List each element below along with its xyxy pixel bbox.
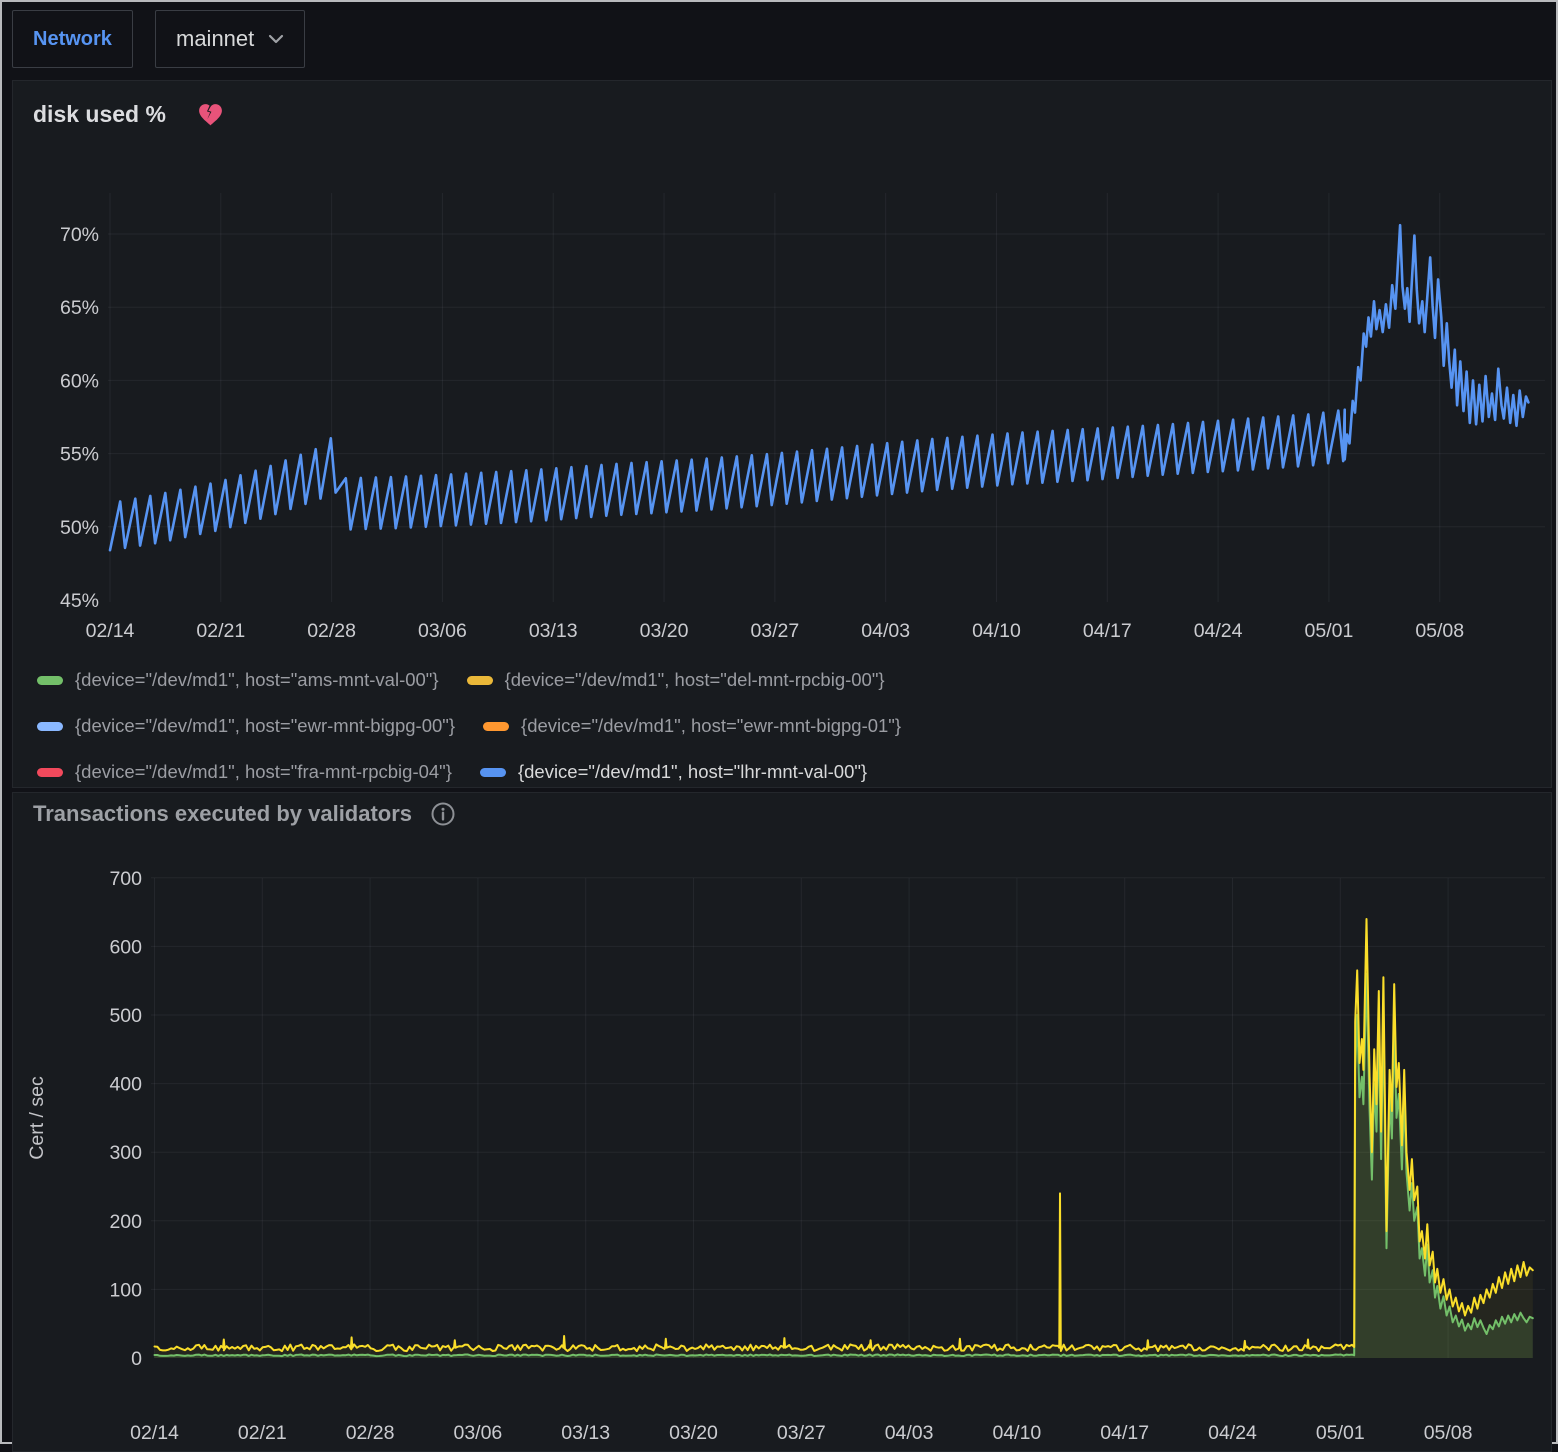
svg-text:02/28: 02/28 <box>346 1422 395 1444</box>
svg-text:04/17: 04/17 <box>1100 1422 1149 1444</box>
legend-item[interactable]: {device="/dev/md1", host="del-mnt-rpcbig… <box>467 669 885 691</box>
disk-used-chart-canvas[interactable]: 45% 50% 55% 60% 65% 70% 02/14 02/21 02/28 03/06 03… <box>13 81 1551 651</box>
chevron-down-icon <box>268 34 284 44</box>
svg-text:03/06: 03/06 <box>418 620 467 642</box>
svg-text:04/17: 04/17 <box>1083 620 1132 642</box>
chart2-y-axis-title: Cert / sec <box>26 1076 48 1160</box>
svg-text:65%: 65% <box>60 297 99 319</box>
svg-text:45%: 45% <box>60 590 99 612</box>
svg-text:05/08: 05/08 <box>1424 1422 1473 1444</box>
svg-text:03/20: 03/20 <box>640 620 689 642</box>
svg-text:100: 100 <box>109 1279 142 1301</box>
legend-row: {device="/dev/md1", host="fra-mnt-rpcbig… <box>37 749 1535 795</box>
svg-text:05/01: 05/01 <box>1305 620 1354 642</box>
svg-text:03/27: 03/27 <box>750 620 799 642</box>
svg-text:02/21: 02/21 <box>196 620 245 642</box>
network-variable-value: mainnet <box>176 26 254 52</box>
chart2-grid <box>151 878 1545 1358</box>
svg-text:04/24: 04/24 <box>1194 620 1243 642</box>
disk-used-panel: disk used % 45%50%55%60%65%70%02/1402/21… <box>12 80 1552 788</box>
legend-item[interactable]: {device="/dev/md1", host="lhr-mnt-val-00… <box>480 761 867 783</box>
svg-text:03/27: 03/27 <box>777 1422 826 1444</box>
legend-series-label: {device="/dev/md1", host="ams-mnt-val-00… <box>75 669 439 691</box>
legend-series-label: {device="/dev/md1", host="lhr-mnt-val-00… <box>518 761 867 783</box>
legend-series-swatch <box>37 768 63 777</box>
dashboard-variable-bar: Network mainnet <box>2 2 1556 80</box>
green-series-line <box>155 974 1533 1356</box>
yellow-series-area <box>155 919 1533 1358</box>
svg-text:04/03: 04/03 <box>885 1422 934 1444</box>
svg-text:04/10: 04/10 <box>972 620 1021 642</box>
network-variable-dropdown[interactable]: mainnet <box>155 10 305 68</box>
legend-series-label: {device="/dev/md1", host="ewr-mnt-bigpg-… <box>521 715 901 737</box>
svg-text:70%: 70% <box>60 224 99 246</box>
legend-row: {device="/dev/md1", host="ewr-mnt-bigpg-… <box>37 703 1535 749</box>
svg-text:02/14: 02/14 <box>86 620 135 642</box>
svg-text:04/24: 04/24 <box>1208 1422 1257 1444</box>
legend-item[interactable]: {device="/dev/md1", host="ewr-mnt-bigpg-… <box>37 715 455 737</box>
chart2-y-axis-labels: 0 100 200 300 400 500 600 700 <box>109 868 142 1370</box>
legend-series-swatch <box>483 722 509 731</box>
svg-text:55%: 55% <box>60 444 99 466</box>
legend-series-swatch <box>467 676 493 685</box>
legend-series-label: {device="/dev/md1", host="del-mnt-rpcbig… <box>505 669 885 691</box>
legend-series-swatch <box>37 722 63 731</box>
svg-text:400: 400 <box>109 1074 142 1096</box>
svg-text:03/20: 03/20 <box>669 1422 718 1444</box>
disk-used-series-line <box>110 225 1528 550</box>
legend-series-label: {device="/dev/md1", host="ewr-mnt-bigpg-… <box>75 715 455 737</box>
legend-row: {device="/dev/md1", host="ams-mnt-val-00… <box>37 657 1535 703</box>
green-series-area <box>155 974 1533 1358</box>
svg-text:03/13: 03/13 <box>529 620 578 642</box>
svg-text:700: 700 <box>109 868 142 890</box>
svg-text:05/08: 05/08 <box>1415 620 1464 642</box>
svg-text:03/06: 03/06 <box>453 1422 502 1444</box>
svg-text:60%: 60% <box>60 370 99 392</box>
svg-text:50%: 50% <box>60 517 99 539</box>
svg-text:04/10: 04/10 <box>992 1422 1041 1444</box>
chart1-grid <box>108 193 1545 602</box>
legend-series-swatch <box>480 768 506 777</box>
svg-text:0: 0 <box>131 1348 142 1370</box>
svg-text:600: 600 <box>109 936 142 958</box>
legend-series-label: {device="/dev/md1", host="fra-mnt-rpcbig… <box>75 761 452 783</box>
svg-text:02/21: 02/21 <box>238 1422 287 1444</box>
legend-item[interactable]: {device="/dev/md1", host="ams-mnt-val-00… <box>37 669 439 691</box>
yellow-series-line <box>155 919 1533 1351</box>
transactions-chart-canvas[interactable]: 0 100 200 300 400 500 600 700 02/14 02/21 02/28 03/… <box>13 793 1551 1451</box>
svg-text:05/01: 05/01 <box>1316 1422 1365 1444</box>
legend-item[interactable]: {device="/dev/md1", host="fra-mnt-rpcbig… <box>37 761 452 783</box>
network-variable-label-chip: Network <box>12 10 133 68</box>
svg-text:500: 500 <box>109 1005 142 1027</box>
transactions-panel: Transactions executed by validators 0100… <box>12 792 1552 1452</box>
svg-text:02/28: 02/28 <box>307 620 356 642</box>
legend-series-swatch <box>37 676 63 685</box>
disk-used-legend: {device="/dev/md1", host="ams-mnt-val-00… <box>37 657 1535 795</box>
svg-text:04/03: 04/03 <box>861 620 910 642</box>
network-variable-label: Network <box>33 28 112 51</box>
svg-text:200: 200 <box>109 1211 142 1233</box>
grafana-dashboard: { "topbar": { "network_label": "Network"… <box>0 0 1558 1444</box>
legend-item[interactable]: {device="/dev/md1", host="ewr-mnt-bigpg-… <box>483 715 901 737</box>
svg-text:03/13: 03/13 <box>561 1422 610 1444</box>
svg-text:300: 300 <box>109 1142 142 1164</box>
chart1-y-axis-labels: 45% 50% 55% 60% 65% 70% <box>60 224 99 612</box>
chart1-x-axis-labels: 02/14 02/21 02/28 03/06 03/13 03/20 03/27 04/03… <box>86 620 1465 642</box>
chart2-x-axis-labels: 02/14 02/21 02/28 03/06 03/13 03/20 03/27 04/03… <box>130 1422 1472 1444</box>
svg-text:02/14: 02/14 <box>130 1422 179 1444</box>
